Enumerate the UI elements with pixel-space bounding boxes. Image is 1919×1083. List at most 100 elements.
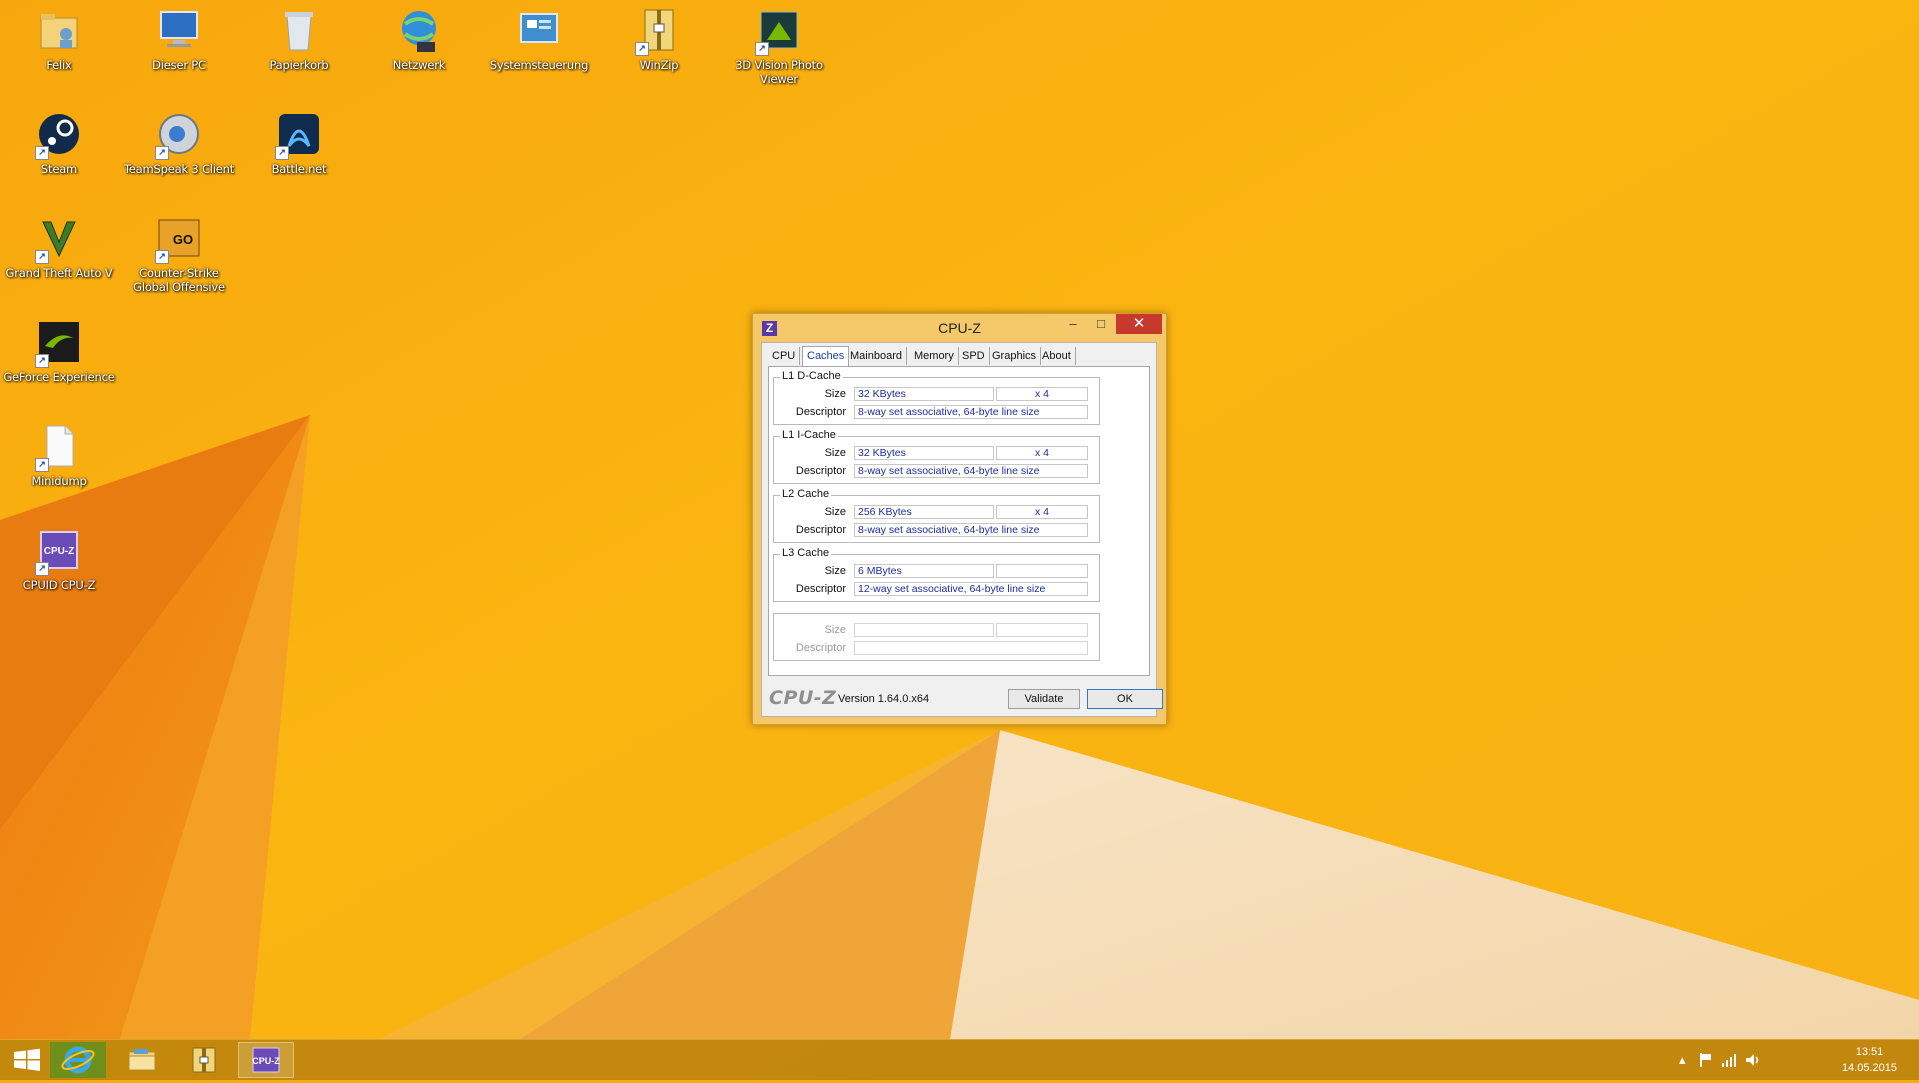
tab-graphics[interactable]: Graphics [988,347,1042,365]
desktop-icon-dieser-pc[interactable]: Dieser PC [120,0,238,72]
desktop-icon-systemsteuerung[interactable]: Systemsteuerung [480,0,598,72]
clock-time: 13:51 [1855,1046,1884,1058]
gta-icon: ↗ [33,212,85,264]
size-label: Size [824,388,846,400]
desktop-icon-label: Battle.net [271,162,327,176]
cache-group-l1-i-cache: L1 I-Cache Size 32 KBytes x 4 Descriptor 8-wa… [773,429,1100,484]
size-label: Size [824,624,846,636]
volume-icon[interactable] [1745,1052,1761,1068]
desktop-icon-minidump[interactable]: ↗ Minidump [0,416,118,488]
winzip-icon: ↗ [633,4,685,56]
start-icon [14,1048,40,1071]
tab-about[interactable]: About [1038,347,1076,365]
cpuz-window[interactable]: Z CPU-Z – □ ✕ CPU Caches Mainboard Memory SP… [752,313,1167,725]
cache-count-field [996,564,1088,578]
cache-group-l1-d-cache: L1 D-Cache Size 32 KBytes x 4 Descriptor 8-wa… [773,370,1100,425]
computer-icon [153,4,205,56]
shortcut-arrow-icon: ↗ [35,562,49,576]
tab-spd[interactable]: SPD [958,347,990,365]
taskbar-file-explorer[interactable] [114,1042,170,1078]
cache-count-field: x 4 [996,446,1088,460]
desktop-icon-label: Papierkorb [269,58,329,72]
desktop-icon-grand-theft-auto-v[interactable]: ↗ Grand Theft Auto V [0,208,118,280]
tab-memory[interactable]: Memory [910,347,959,365]
cache-count-field: x 4 [996,505,1088,519]
control-panel-icon [513,4,565,56]
desktop-icon-label: Counter-Strike Global Offensive [133,266,225,294]
geforce-icon: ↗ [33,316,85,368]
cache-group-title: L1 I-Cache [780,429,838,441]
desktop-icon-teamspeak-3-client[interactable]: ↗ TeamSpeak 3 Client [120,104,238,176]
desktop-icon-label: GeForce Experience [3,370,115,384]
3d-vision-icon: ↗ [753,4,805,56]
desktop-icon-label: Minidump [31,474,87,488]
clock[interactable]: 13:51 14.05.2015 [1842,1044,1897,1076]
cache-group-title: L1 D-Cache [780,370,843,382]
cache-descriptor-field: 8-way set associative, 64-byte line size [854,405,1088,419]
taskbar: CPU-Z ▴ 13:51 14.05.2015 [0,1039,1919,1080]
svg-text:CPU-Z: CPU-Z [44,546,75,557]
cache-size-field: 6 MBytes [854,564,994,578]
desktop-icon-winzip[interactable]: ↗ WinZip [600,0,718,72]
shortcut-arrow-icon: ↗ [155,250,169,264]
tab-mainboard[interactable]: Mainboard [846,347,907,365]
desktop-icon-geforce-experience[interactable]: ↗ GeForce Experience [0,312,118,384]
shortcut-arrow-icon: ↗ [275,146,289,160]
desktop-icon-steam[interactable]: ↗ Steam [0,104,118,176]
desktop-icon-label: Steam [40,162,78,176]
desktop-icon-battle-net[interactable]: ↗ Battle.net [240,104,358,176]
taskbar-internet-explorer[interactable] [50,1042,106,1078]
network-signal-icon[interactable] [1721,1052,1737,1068]
minimize-button[interactable]: – [1060,314,1086,334]
desktop-icon-cpuid-cpu-z[interactable]: CPU-Z ↗ CPUID CPU-Z [0,520,118,592]
tab-caches[interactable]: Caches [802,346,850,367]
cache-descriptor-field [854,641,1088,655]
winzip-icon [192,1047,216,1073]
cache-group-l2-cache: L2 Cache Size 256 KBytes x 4 Descriptor 8-way… [773,488,1100,543]
cache-descriptor-field: 12-way set associative, 64-byte line siz… [854,582,1088,596]
csgo-icon: GO ↗ [153,212,205,264]
close-button[interactable]: ✕ [1116,314,1162,334]
status-bar: CPU-Z Version 1.64.0.x64 Validate OK [762,683,1163,715]
descriptor-label: Descriptor [795,642,846,654]
cache-group-title: L3 Cache [780,547,832,559]
validate-button[interactable]: Validate [1008,689,1080,709]
network-icon [393,4,445,56]
shortcut-arrow-icon: ↗ [35,146,49,160]
desktop-icon-label: Dieser PC [152,58,206,72]
action-center-flag-icon[interactable] [1699,1052,1713,1068]
document-icon: ↗ [33,420,85,472]
shortcut-arrow-icon: ↗ [35,458,49,472]
cpuz-icon: CPU-Z [252,1047,280,1073]
start-button[interactable] [0,1042,56,1078]
descriptor-label: Descriptor [795,465,846,477]
caches-tab-panel: L1 D-Cache Size 32 KBytes x 4 Descriptor 8-wa… [768,366,1150,676]
cpuz-icon: CPU-Z ↗ [33,524,85,576]
desktop-icon-netzwerk[interactable]: Netzwerk [360,0,478,72]
maximize-button[interactable]: □ [1088,314,1114,334]
taskbar-winzip[interactable] [176,1042,232,1078]
battlenet-icon: ↗ [273,108,325,160]
desktop-icon-label: WinZip [639,58,679,72]
desktop-icon-papierkorb[interactable]: Papierkorb [240,0,358,72]
cache-count-field: x 4 [996,387,1088,401]
size-label: Size [824,506,846,518]
descriptor-label: Descriptor [795,583,846,595]
tab-cpu[interactable]: CPU [768,347,801,365]
desktop-icon-counter-strike-global-offensive[interactable]: GO ↗ Counter-Strike Global Offensive [120,208,238,294]
version-label: Version 1.64.0.x64 [838,693,930,705]
teamspeak-icon: ↗ [153,108,205,160]
desktop-icon-felix[interactable]: Felix [0,0,118,72]
cpuz-brand-logo: CPU-Z [769,687,837,709]
shortcut-arrow-icon: ↗ [35,354,49,368]
desktop-icon-label: Systemsteuerung [489,58,589,72]
ok-button[interactable]: OK [1087,689,1163,709]
desktop-icon-label: TeamSpeak 3 Client [123,162,235,176]
taskbar-cpuz[interactable]: CPU-Z [238,1042,294,1078]
cache-group-empty: Size Descriptor [773,613,1100,661]
file-explorer-icon [128,1049,156,1071]
show-hidden-icons-button[interactable]: ▴ [1679,1052,1686,1068]
desktop-icon-3d-vision-photo-viewer[interactable]: ↗ 3D Vision Photo Viewer [720,0,838,86]
title-bar[interactable]: Z CPU-Z – □ ✕ [753,314,1166,342]
shortcut-arrow-icon: ↗ [155,146,169,160]
